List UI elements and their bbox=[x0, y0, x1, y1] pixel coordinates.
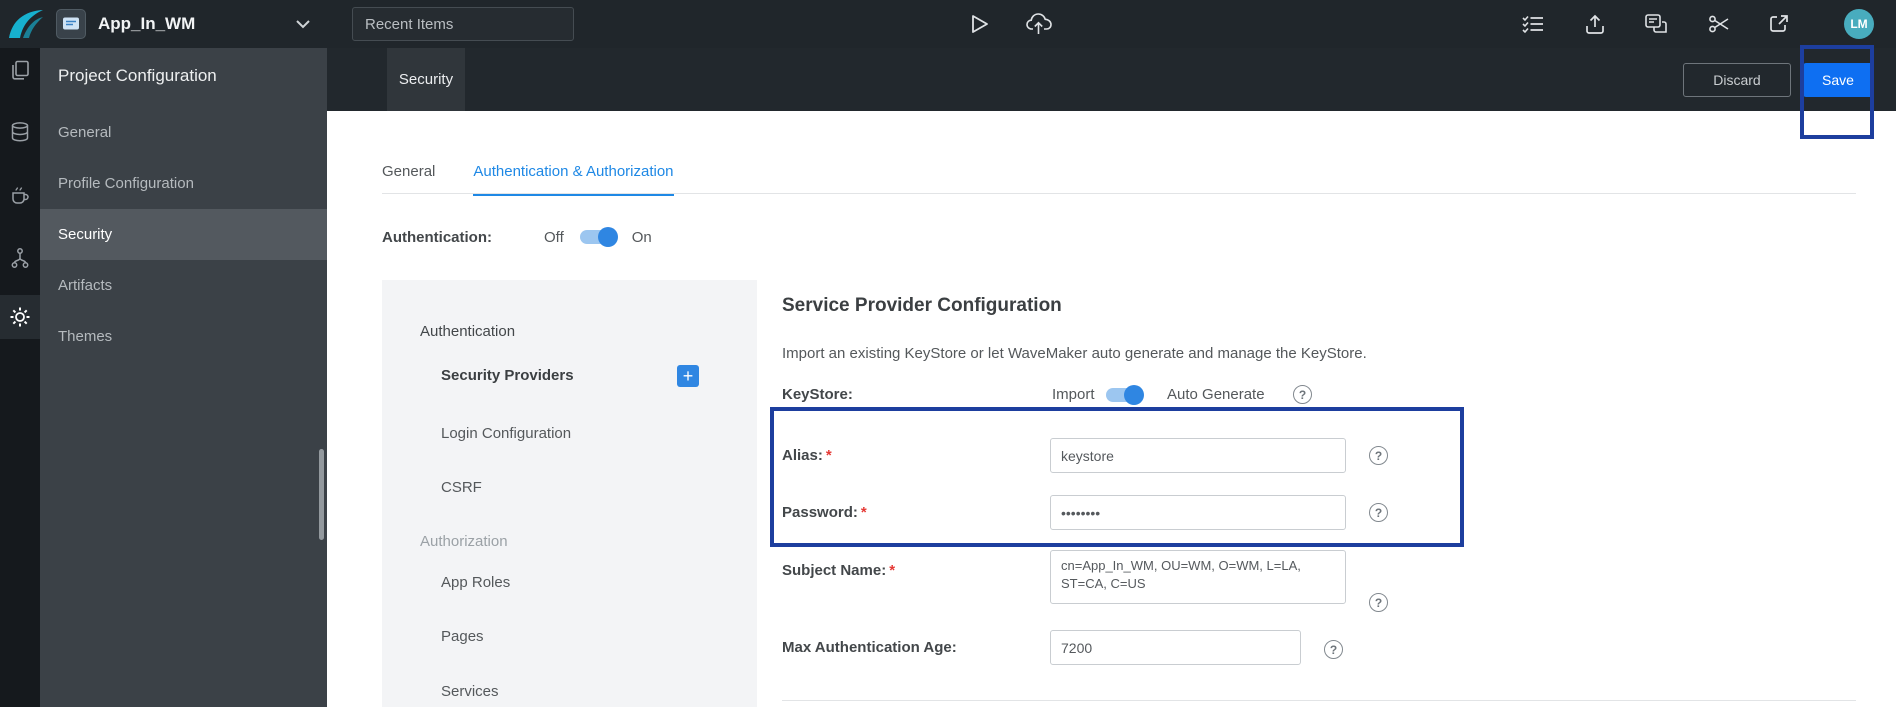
authentication-label: Authentication: bbox=[382, 228, 492, 246]
subject-name-input[interactable]: cn=App_In_WM, OU=WM, O=WM, L=LA, ST=CA, … bbox=[1050, 550, 1346, 604]
subnav-item-csrf[interactable]: CSRF bbox=[441, 479, 482, 496]
divider bbox=[382, 193, 1856, 194]
checklist-icon[interactable] bbox=[1518, 0, 1548, 48]
help-icon[interactable]: ? bbox=[1369, 446, 1388, 465]
keystore-description: Import an existing KeyStore or let WaveM… bbox=[782, 345, 1367, 362]
apis-branch-icon[interactable] bbox=[0, 236, 40, 280]
chevron-down-icon[interactable] bbox=[296, 0, 310, 48]
subnav-item-security-providers[interactable]: Security Providers bbox=[441, 367, 574, 384]
subnav-item-login-configuration[interactable]: Login Configuration bbox=[441, 425, 571, 442]
settings-gear-icon[interactable] bbox=[0, 295, 40, 339]
sidebar-item-profile-configuration[interactable]: Profile Configuration bbox=[40, 158, 327, 209]
toggle-knob bbox=[1124, 385, 1144, 405]
sidebar-item-themes[interactable]: Themes bbox=[40, 311, 327, 362]
subject-name-label: Subject Name: * bbox=[782, 562, 896, 579]
authentication-toggle-row: Authentication: Off On bbox=[382, 223, 652, 251]
keystore-label: KeyStore: bbox=[782, 386, 853, 403]
help-icon[interactable]: ? bbox=[1324, 640, 1343, 659]
tab-authentication-authorization[interactable]: Authentication & Authorization bbox=[473, 163, 674, 196]
sidebar-item-general[interactable]: General bbox=[40, 107, 327, 158]
save-button[interactable]: Save bbox=[1803, 63, 1873, 97]
help-icon[interactable]: ? bbox=[1369, 593, 1388, 612]
recent-items-label: Recent Items bbox=[365, 15, 454, 33]
tab-security[interactable]: Security bbox=[387, 48, 465, 111]
app-icon[interactable] bbox=[56, 9, 86, 39]
pages-icon[interactable] bbox=[0, 48, 40, 92]
security-subnav: Authentication Security Providers + Logi… bbox=[382, 280, 757, 707]
toggle-on-label: On bbox=[631, 228, 652, 246]
cloud-deploy-icon[interactable] bbox=[1024, 0, 1054, 48]
recent-items-dropdown[interactable]: Recent Items bbox=[352, 7, 574, 41]
subnav-authorization-header: Authorization bbox=[420, 533, 508, 550]
scissors-icon[interactable] bbox=[1704, 0, 1734, 48]
password-input[interactable] bbox=[1050, 495, 1346, 530]
alias-row: Alias:* ? bbox=[782, 438, 1856, 473]
add-security-provider-button[interactable]: + bbox=[677, 365, 699, 387]
help-icon[interactable]: ? bbox=[1293, 385, 1312, 404]
java-coffee-icon[interactable] bbox=[0, 173, 40, 217]
export-upload-icon[interactable] bbox=[1580, 0, 1610, 48]
subject-name-row: Subject Name: * cn=App_In_WM, OU=WM, O=WM… bbox=[782, 550, 1856, 612]
required-marker: * bbox=[860, 504, 867, 521]
password-label: Password: * bbox=[782, 504, 867, 521]
subnav-authentication-header: Authentication bbox=[420, 323, 516, 340]
keystore-row: KeyStore: Import Auto Generate ? bbox=[782, 381, 1856, 409]
run-play-icon[interactable] bbox=[964, 0, 994, 48]
help-icon[interactable]: ? bbox=[1369, 503, 1388, 522]
app-title: App_In_WM bbox=[98, 14, 196, 33]
max-authentication-age-row: Max Authentication Age: ? bbox=[782, 630, 1856, 665]
wavemaker-logo-icon bbox=[6, 8, 46, 40]
authentication-toggle[interactable] bbox=[579, 227, 618, 247]
settings-tabs: General Authentication & Authorization bbox=[382, 163, 674, 196]
sidebar-title: Project Configuration bbox=[58, 66, 217, 85]
sidebar-scrollbar[interactable] bbox=[319, 449, 324, 540]
required-marker: * bbox=[825, 447, 832, 464]
keystore-toggle[interactable] bbox=[1106, 385, 1144, 405]
service-provider-title: Service Provider Configuration bbox=[782, 295, 1062, 316]
translate-icon[interactable] bbox=[1642, 0, 1672, 48]
alias-label: Alias: * bbox=[782, 447, 832, 464]
keystore-import-label: Import bbox=[1052, 386, 1095, 403]
tab-general[interactable]: General bbox=[382, 163, 435, 196]
database-icon[interactable] bbox=[0, 110, 40, 154]
divider bbox=[782, 700, 1856, 701]
max-authentication-age-input[interactable] bbox=[1050, 630, 1301, 665]
keystore-auto-generate-label: Auto Generate bbox=[1167, 386, 1265, 403]
share-export-icon[interactable] bbox=[1764, 0, 1794, 48]
project-configuration-sidebar: Project Configuration General Profile Co… bbox=[40, 48, 327, 707]
subnav-item-pages[interactable]: Pages bbox=[441, 628, 484, 645]
left-icon-rail bbox=[0, 48, 40, 707]
top-bar: App_In_WM Recent Items LM bbox=[0, 0, 1896, 48]
required-marker: * bbox=[889, 562, 896, 579]
security-settings-content: General Authentication & Authorization A… bbox=[327, 111, 1896, 707]
toggle-knob bbox=[597, 227, 618, 247]
sidebar-item-security[interactable]: Security bbox=[40, 209, 327, 260]
discard-button[interactable]: Discard bbox=[1683, 63, 1791, 97]
user-avatar[interactable]: LM bbox=[1844, 9, 1874, 39]
max-authentication-age-label: Max Authentication Age: bbox=[782, 639, 957, 656]
password-row: Password:* ? bbox=[782, 495, 1856, 530]
document-tab-strip: Security Discard Save bbox=[327, 48, 1896, 111]
subnav-item-services[interactable]: Services bbox=[441, 683, 499, 700]
subnav-item-app-roles[interactable]: App Roles bbox=[441, 574, 510, 591]
sidebar-item-artifacts[interactable]: Artifacts bbox=[40, 260, 327, 311]
toggle-off-label: Off bbox=[544, 228, 564, 246]
alias-input[interactable] bbox=[1050, 438, 1346, 473]
